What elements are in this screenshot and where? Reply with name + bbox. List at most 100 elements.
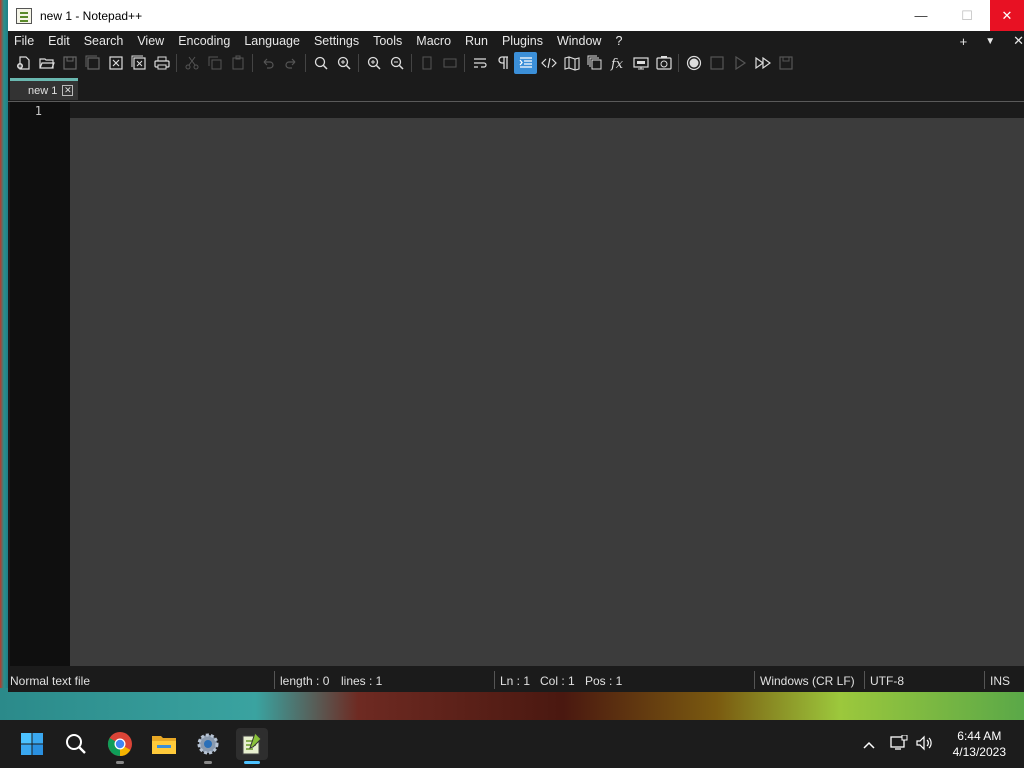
zoom-out-icon[interactable] (385, 52, 408, 74)
menu-edit[interactable]: Edit (41, 31, 77, 51)
menu-macro[interactable]: Macro (409, 31, 458, 51)
sync-horizontal-icon[interactable] (438, 52, 461, 74)
status-eol[interactable]: Windows (CR LF) (760, 674, 855, 688)
close-icon[interactable] (104, 52, 127, 74)
tab-close-icon[interactable]: ✕ (62, 85, 74, 96)
status-separator (864, 671, 865, 689)
status-ln: Ln : 1 (500, 674, 531, 688)
new-file-icon[interactable] (12, 52, 35, 74)
window-title: new 1 - Notepad++ (40, 8, 143, 23)
save-macro-icon[interactable] (774, 52, 797, 74)
status-separator (984, 671, 985, 689)
monitoring-icon[interactable] (652, 52, 675, 74)
menu-plugins[interactable]: Plugins (495, 31, 550, 51)
volume-icon[interactable] (916, 735, 938, 754)
status-encoding[interactable]: UTF-8 (870, 674, 904, 688)
menu-language[interactable]: Language (237, 31, 307, 51)
line-number: 1 (34, 104, 42, 118)
search-icon[interactable] (60, 728, 92, 760)
taskbar-clock[interactable]: 6:44 AM 4/13/2023 (953, 728, 1006, 760)
toolbar-separator (464, 54, 465, 72)
file-explorer-icon[interactable] (148, 728, 180, 760)
notepadpp-icon[interactable] (236, 728, 268, 764)
run-macro-multiple-icon[interactable] (751, 52, 774, 74)
menu-encoding[interactable]: Encoding (171, 31, 237, 51)
current-line-highlight[interactable] (70, 102, 1024, 118)
toolbar-separator (678, 54, 679, 72)
status-file-type: Normal text file (10, 674, 91, 688)
sync-vertical-icon[interactable] (415, 52, 438, 74)
toolbar-separator (252, 54, 253, 72)
close-document-button[interactable]: ✕ (1004, 33, 1024, 49)
redo-icon[interactable] (279, 52, 302, 74)
clock-date: 4/13/2023 (952, 745, 1006, 759)
menu-bar: File Edit Search View Encoding Language … (8, 31, 1024, 51)
tab-list-dropdown[interactable]: ▼ (976, 36, 1004, 47)
system-tray (858, 720, 938, 768)
close-all-icon[interactable] (127, 52, 150, 74)
status-separator (274, 671, 275, 689)
status-separator (494, 671, 495, 689)
menu-tools[interactable]: Tools (366, 31, 409, 51)
language-icon[interactable] (537, 52, 560, 74)
stop-record-icon[interactable] (705, 52, 728, 74)
paste-icon[interactable] (226, 52, 249, 74)
replace-icon[interactable] (332, 52, 355, 74)
maximize-button[interactable]: ☐ (944, 0, 990, 31)
status-lines: lines : 1 (341, 674, 383, 688)
add-tab-button[interactable]: + (951, 34, 977, 49)
save-icon[interactable] (58, 52, 81, 74)
copy-icon[interactable] (203, 52, 226, 74)
print-icon[interactable] (150, 52, 173, 74)
toolbar: fx (8, 51, 1024, 75)
network-icon[interactable] (890, 734, 912, 754)
task-indicator-active (244, 761, 260, 764)
task-indicator (204, 761, 212, 764)
title-bar[interactable]: new 1 - Notepad++ — ☐ ✕ (8, 0, 1024, 31)
toolbar-separator (176, 54, 177, 72)
menu-settings[interactable]: Settings (307, 31, 366, 51)
find-icon[interactable] (309, 52, 332, 74)
minimize-button[interactable]: — (898, 0, 944, 31)
chrome-icon[interactable] (104, 728, 136, 764)
editor-area[interactable]: 1 (8, 102, 1024, 666)
status-bar: Normal text file length : 0 lines : 1 Ln… (8, 668, 1024, 692)
save-all-icon[interactable] (81, 52, 104, 74)
start-icon[interactable] (16, 728, 48, 760)
toolbar-separator (358, 54, 359, 72)
undo-icon[interactable] (256, 52, 279, 74)
notepadpp-window: new 1 - Notepad++ — ☐ ✕ File Edit Search… (8, 0, 1024, 692)
status-insert-mode: INS (990, 674, 1011, 688)
status-pos: Pos : 1 (585, 674, 623, 688)
record-macro-icon[interactable] (682, 52, 705, 74)
clock-time: 6:44 AM (957, 729, 1002, 743)
menu-view[interactable]: View (130, 31, 171, 51)
menu-file[interactable]: File (8, 31, 41, 51)
menu-help[interactable]: ? (608, 31, 629, 51)
window-controls: — ☐ ✕ (898, 0, 1024, 31)
cut-icon[interactable] (180, 52, 203, 74)
function-list-icon[interactable]: fx (606, 52, 629, 74)
notepadpp-icon[interactable] (16, 7, 32, 24)
task-indicator (116, 761, 124, 764)
close-button[interactable]: ✕ (990, 0, 1024, 31)
menu-run[interactable]: Run (458, 31, 495, 51)
menu-window[interactable]: Window (550, 31, 608, 51)
settings-icon[interactable] (192, 728, 224, 764)
status-length: length : 0 (280, 674, 330, 688)
indent-guide-icon[interactable] (514, 52, 537, 74)
open-file-icon[interactable] (35, 52, 58, 74)
tab-new-1[interactable]: new 1 ✕ (10, 78, 78, 100)
document-map-icon[interactable] (560, 52, 583, 74)
line-number-gutter: 1 (10, 102, 70, 666)
tab-label: new 1 (28, 84, 58, 97)
taskbar: 6:44 AM 4/13/2023 (0, 720, 1024, 768)
show-all-chars-icon[interactable] (491, 52, 514, 74)
word-wrap-icon[interactable] (468, 52, 491, 74)
tray-chevron-icon[interactable] (858, 736, 880, 752)
zoom-in-icon[interactable] (362, 52, 385, 74)
folder-workspace-icon[interactable] (629, 52, 652, 74)
menu-search[interactable]: Search (77, 31, 131, 51)
play-macro-icon[interactable] (728, 52, 751, 74)
doc-list-icon[interactable] (583, 52, 606, 74)
